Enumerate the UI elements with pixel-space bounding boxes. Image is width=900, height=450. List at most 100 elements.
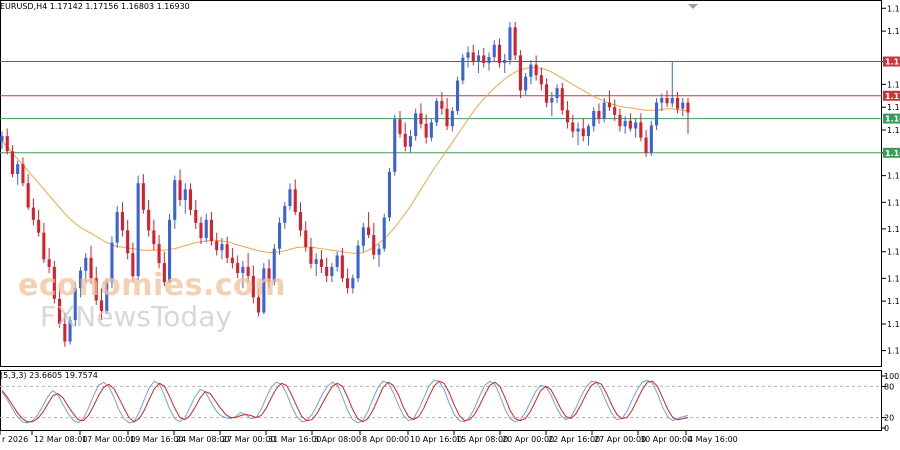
candle-body — [644, 137, 648, 153]
candle-body — [597, 111, 601, 119]
candle-body — [335, 255, 339, 267]
stoch-panel-frame — [0, 370, 882, 431]
candle-body — [555, 88, 559, 99]
candle-body — [477, 55, 481, 62]
time-tick-label: 3 Apr 08:00 — [314, 435, 361, 444]
price-tick-label: 1.14 — [887, 297, 900, 306]
candle-body — [309, 247, 313, 264]
candle-body — [120, 212, 124, 231]
candle-body — [508, 27, 512, 60]
candle-body — [126, 230, 130, 254]
stoch-tick-label: 0 — [884, 424, 889, 433]
candle-body — [618, 114, 622, 127]
candle-body — [387, 171, 391, 218]
candle-body — [278, 222, 282, 249]
level-price-tag-label: 1.16 — [885, 115, 900, 124]
candle-body — [592, 111, 596, 127]
candle-body — [408, 136, 412, 147]
candle-body — [225, 244, 229, 258]
candle-body — [31, 207, 35, 220]
candle-body — [492, 44, 496, 57]
candle-body — [325, 266, 329, 276]
price-tick-label: 1.15 — [887, 274, 900, 283]
candle-body — [42, 232, 46, 260]
price-chart[interactable]: 1.18 1.18 1.17 1.17 1.17 1.17 1.16 1.16 1.16 1.15… — [0, 0, 900, 450]
price-tick-label: 1.15 — [887, 248, 900, 257]
candle-body — [607, 102, 611, 108]
candle-body — [204, 219, 208, 239]
candle-body — [571, 122, 575, 132]
time-tick-label: r 2026 — [2, 435, 28, 444]
candle-body — [382, 217, 386, 249]
price-tick-label: 1.18 — [887, 27, 900, 36]
candle-body — [398, 119, 402, 134]
stochastic-info: (5,3,3) 23.6605 19.7574 — [0, 371, 98, 380]
candle-body — [283, 206, 287, 223]
time-tick-label: 30 Apr 00:00 — [640, 435, 692, 444]
price-tick-label: 1.14 — [887, 320, 900, 329]
candle-body — [199, 222, 203, 238]
candle-body — [293, 189, 297, 213]
candle-body — [461, 57, 465, 81]
candle-body — [628, 120, 632, 129]
chart-window[interactable]: 1.18 1.18 1.17 1.17 1.17 1.17 1.16 1.16 1.16 1.15… — [0, 0, 900, 450]
candle-body — [194, 209, 198, 223]
candle-body — [157, 244, 161, 264]
stoch-tick-label: 80 — [884, 382, 894, 391]
candle-body — [304, 230, 308, 248]
candle-body — [576, 128, 580, 132]
candle-body — [183, 189, 187, 200]
candle-body — [482, 55, 486, 63]
price-tick-label: 1.17 — [887, 103, 900, 112]
candle-body — [440, 101, 444, 109]
time-tick-label: 8 Apr 00:00 — [362, 435, 409, 444]
stoch-tick-label: 20 — [884, 414, 894, 423]
symbol-info: EURUSD,H4 1.17142 1.17156 1.16803 1.1693… — [0, 2, 190, 11]
candle-body — [10, 151, 14, 175]
candle-body — [147, 209, 151, 231]
candle-body — [209, 219, 213, 242]
candle-body — [660, 98, 664, 103]
candle-body — [623, 120, 627, 127]
stoch-tick-label: 100 — [884, 372, 899, 381]
candle-body — [503, 60, 507, 63]
candle-body — [319, 259, 323, 267]
time-tick-label: 27 Apr 00:00 — [594, 435, 646, 444]
candle-body — [550, 98, 554, 103]
candle-body — [524, 76, 528, 91]
candle-body — [686, 102, 690, 113]
candle-body — [215, 241, 219, 251]
candle-body — [220, 244, 224, 251]
candle-body — [497, 44, 501, 64]
candle-body — [665, 98, 669, 104]
candle-body — [346, 278, 350, 289]
stoch-signal-line — [1, 380, 689, 423]
candle-body — [655, 102, 659, 126]
candle-body — [377, 248, 381, 255]
candle-body — [518, 55, 522, 91]
candle-body — [435, 101, 439, 123]
candle-body — [545, 84, 549, 103]
level-price-tag-label: 1.17 — [885, 92, 900, 101]
candle-body — [152, 230, 156, 245]
candle-body — [471, 52, 475, 62]
candle-body — [450, 111, 454, 127]
candle-body — [330, 266, 334, 276]
price-tick-label: 1.16 — [887, 172, 900, 181]
price-tick-label: 1.14 — [887, 347, 900, 356]
candle-body — [141, 183, 145, 210]
candle-body — [393, 119, 397, 172]
candle-body — [513, 27, 517, 56]
candle-body — [445, 108, 449, 127]
time-tick-label: 4 May 16:00 — [688, 435, 738, 444]
watermark-economies-logo: economies.com — [18, 268, 287, 303]
candle-body — [681, 102, 685, 109]
watermark-fxnewstoday-logo: FXNewsToday — [40, 300, 232, 333]
time-tick-label: 10 Apr 16:00 — [410, 435, 462, 444]
candle-body — [403, 133, 407, 147]
candle-body — [173, 180, 177, 220]
time-tick-label: 12 Mar 08:00 — [34, 435, 87, 444]
chart-shift-marker-icon[interactable] — [688, 4, 698, 9]
candle-body — [560, 88, 564, 111]
candle-body — [602, 102, 606, 119]
